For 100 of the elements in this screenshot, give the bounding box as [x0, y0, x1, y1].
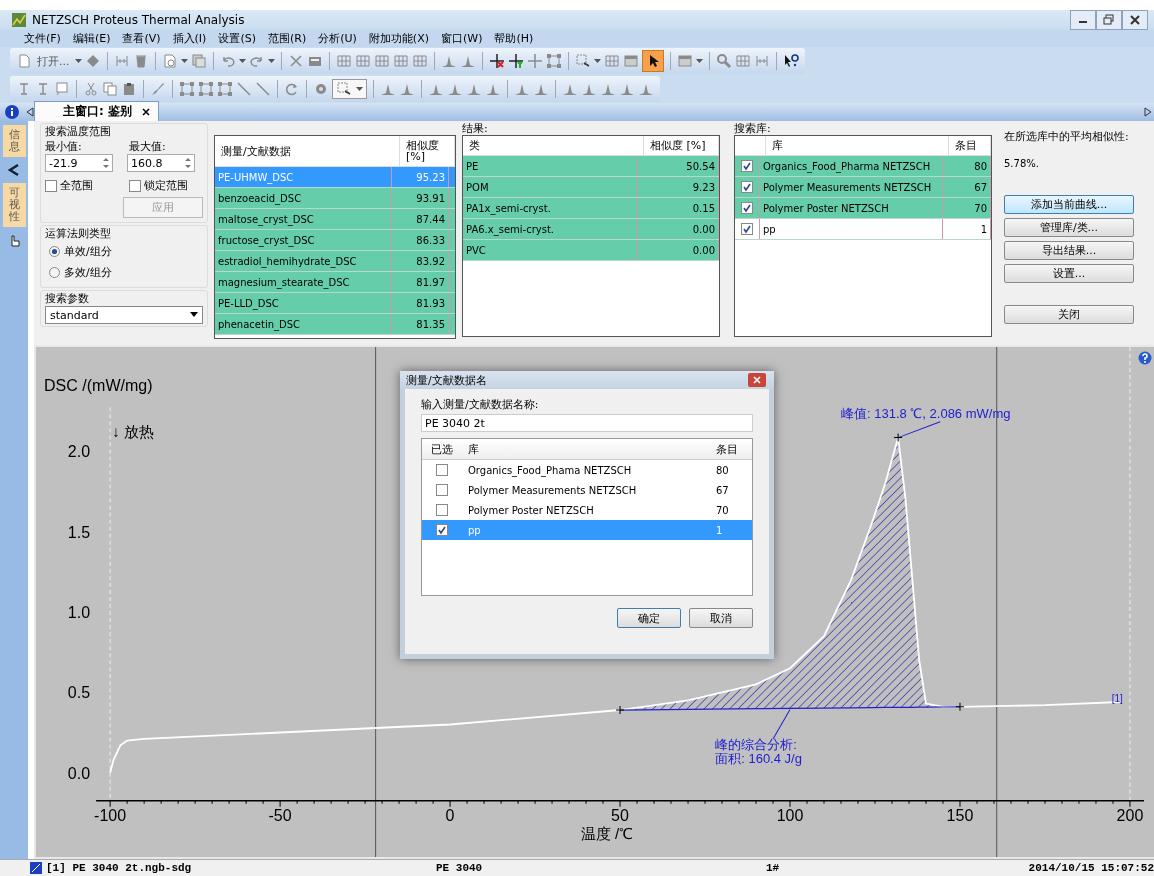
- table-row[interactable]: maltose_cryst_DSC 87.44: [215, 209, 455, 230]
- close-icon[interactable]: [142, 107, 150, 116]
- checkbox[interactable]: [436, 464, 448, 476]
- menu-item[interactable]: 帮助(H): [494, 31, 534, 46]
- selection-icon[interactable]: [574, 53, 591, 69]
- frame-icon[interactable]: [217, 81, 233, 97]
- column-header[interactable]: 库: [462, 441, 716, 457]
- window-icon[interactable]: [676, 53, 693, 69]
- table-row[interactable]: Polymer Poster NETZSCH 70: [735, 198, 991, 219]
- menu-item[interactable]: 附加功能(X): [368, 31, 429, 46]
- info-icon[interactable]: [4, 104, 20, 120]
- name-input-field[interactable]: PE 3040 2t: [421, 414, 753, 432]
- caret-icon[interactable]: [238, 59, 246, 63]
- checkbox[interactable]: [741, 202, 753, 214]
- column-header[interactable]: 已选: [422, 441, 462, 457]
- line-icon[interactable]: [255, 81, 271, 97]
- scroll-left-icon[interactable]: [26, 107, 34, 117]
- menu-item[interactable]: 文件(F): [24, 31, 61, 46]
- range-line[interactable]: [375, 347, 377, 857]
- refresh-icon[interactable]: [284, 81, 300, 97]
- restore-icon[interactable]: [1096, 10, 1122, 30]
- menu-item[interactable]: 范围(R): [268, 31, 307, 46]
- scroll-right-icon[interactable]: [1144, 107, 1152, 117]
- side-tab[interactable]: 可视性: [2, 183, 26, 228]
- caret-icon[interactable]: [180, 59, 188, 63]
- min-spinbox[interactable]: -21.9: [45, 154, 113, 172]
- caret-icon[interactable]: [267, 59, 275, 63]
- table-row[interactable]: Polymer Poster NETZSCH 70: [422, 500, 752, 520]
- action-button[interactable]: 设置...: [1004, 264, 1134, 283]
- menu-item[interactable]: 编辑(E): [72, 31, 111, 46]
- checkbox[interactable]: [436, 524, 448, 536]
- minimize-icon[interactable]: [1070, 10, 1096, 30]
- table-row[interactable]: pp 1: [735, 219, 991, 240]
- menu-item[interactable]: 查看(V): [122, 31, 161, 46]
- action-button[interactable]: 导出结果...: [1004, 241, 1134, 260]
- document-icon[interactable]: [16, 53, 32, 69]
- checkbox[interactable]: [741, 181, 753, 193]
- column-header[interactable]: 库: [766, 136, 949, 155]
- column-header[interactable]: 测量/文献数据: [215, 136, 400, 166]
- page-magnifier-icon[interactable]: [161, 53, 178, 69]
- crosshair-icon[interactable]: [507, 53, 524, 69]
- radio-button[interactable]: [49, 267, 60, 278]
- table-row[interactable]: Polymer Measurements NETZSCH 67: [422, 480, 752, 500]
- column-header[interactable]: 条目: [716, 441, 752, 457]
- action-button[interactable]: 添加当前曲线...: [1004, 195, 1134, 214]
- dialog-button[interactable]: 确定: [617, 608, 681, 628]
- table-row[interactable]: estradiol_hemihydrate_DSC 83.92: [215, 251, 455, 272]
- help-icon[interactable]: [782, 53, 799, 69]
- checkbox[interactable]: [129, 179, 141, 192]
- checkbox[interactable]: [436, 484, 448, 496]
- caret-icon[interactable]: [593, 59, 601, 63]
- window-icon[interactable]: [622, 53, 639, 69]
- crosshair-icon[interactable]: [488, 53, 505, 69]
- menu-item[interactable]: 窗口(W): [441, 31, 483, 46]
- table-row[interactable]: PE-LLD_DSC 81.93: [215, 293, 455, 314]
- search-icon[interactable]: [715, 53, 732, 69]
- gear-icon[interactable]: [313, 81, 329, 97]
- menu-item[interactable]: 分析(U): [318, 31, 357, 46]
- close-icon[interactable]: [1122, 10, 1148, 30]
- table-icon[interactable]: [335, 53, 352, 69]
- note-icon[interactable]: [54, 81, 70, 97]
- side-tab[interactable]: 信息: [2, 125, 26, 158]
- frame-icon[interactable]: [545, 53, 562, 69]
- table-row[interactable]: Organics_Food_Pharma NETZSCH 80: [735, 156, 991, 177]
- frame-icon[interactable]: [179, 81, 195, 97]
- open-button[interactable]: 打开...: [35, 53, 72, 69]
- caret-icon[interactable]: [695, 59, 703, 63]
- table-row[interactable]: Polymer Measurements NETZSCH 67: [735, 177, 991, 198]
- table-icon[interactable]: [411, 53, 428, 69]
- menu-item[interactable]: 设置(S): [218, 31, 256, 46]
- chevron-icon[interactable]: [7, 163, 21, 178]
- scissors-icon[interactable]: [83, 81, 99, 97]
- column-header[interactable]: 相似度 [%]: [400, 136, 455, 166]
- ruler-icon[interactable]: [753, 53, 770, 69]
- table-icon[interactable]: [354, 53, 371, 69]
- parameter-dropdown[interactable]: standard: [45, 306, 203, 324]
- table-row[interactable]: fructose_cryst_DSC 86.33: [215, 230, 455, 251]
- action-button[interactable]: 管理库/类...: [1004, 218, 1134, 237]
- checkbox[interactable]: [45, 179, 57, 192]
- column-header[interactable]: 条目: [949, 136, 991, 155]
- pointer-button[interactable]: [641, 50, 664, 72]
- table-row[interactable]: Organics_Food_Phama NETZSCH 80: [422, 460, 752, 480]
- table-row[interactable]: benzoeacid_DSC 93.91: [215, 188, 455, 209]
- cross-icon[interactable]: [287, 53, 304, 69]
- table-icon[interactable]: [392, 53, 409, 69]
- menu-item[interactable]: 插入(I): [172, 31, 207, 46]
- checkbox[interactable]: [741, 160, 753, 172]
- table-row[interactable]: phenacetin_DSC 81.35: [215, 314, 455, 335]
- clipboard-icon[interactable]: [121, 81, 137, 97]
- column-header[interactable]: 相似度 [%]: [644, 136, 719, 155]
- column-header[interactable]: 类: [463, 136, 644, 155]
- table-row[interactable]: magnesium_stearate_DSC 81.97: [215, 272, 455, 293]
- tool-dropdown[interactable]: [332, 79, 367, 99]
- range-line[interactable]: [996, 347, 998, 857]
- caret-icon[interactable]: [74, 59, 82, 63]
- table-icon[interactable]: [373, 53, 390, 69]
- checkbox[interactable]: [436, 504, 448, 516]
- action-button[interactable]: 关闭: [1004, 305, 1134, 324]
- ruler-icon[interactable]: [113, 53, 130, 69]
- table-icon[interactable]: [734, 53, 751, 69]
